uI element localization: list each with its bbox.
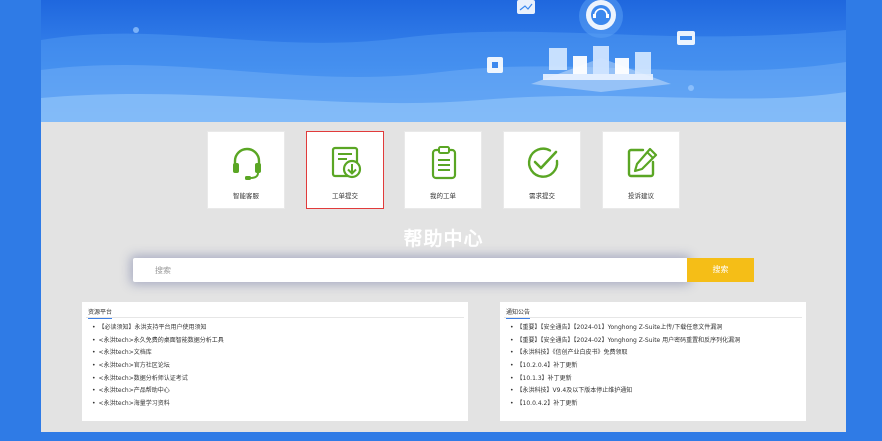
card-ticket-submit[interactable]: 工单提交 [306,131,384,209]
list-item[interactable]: 【10.2.0.4】补丁更新 [510,360,740,373]
card-label: 工单提交 [332,192,358,200]
edit-icon [627,147,658,178]
list-item[interactable]: <永洪tech>永久免费的桌面智能数据分析工具 [92,335,224,348]
card-my-tickets[interactable]: 我的工单 [404,131,482,209]
ticket-submit-icon [331,146,362,179]
list-item[interactable]: <永洪tech>海量学习资料 [92,398,224,411]
card-smart-service[interactable]: 智能客服 [207,131,285,209]
notices-panel: 通知公告 【重要】【安全通告】【2024-01】Yonghong Z-Suite… [500,302,806,421]
list-item[interactable]: <永洪tech>数据分析师认证考试 [92,373,224,386]
card-label: 智能客服 [233,192,259,200]
resources-panel: 资源平台 【必读须知】永洪支持平台用户使用须知 <永洪tech>永久免费的桌面智… [82,302,468,421]
list-item[interactable]: 【重要】【安全通告】【2024-01】Yonghong Z-Suite上传/下载… [510,322,740,335]
list-item[interactable]: 【永洪科技】《信创产业白皮书》免费领取 [510,347,740,360]
list-item[interactable]: 【必读须知】永洪支持平台用户使用须知 [92,322,224,335]
list-item[interactable]: 【重要】【安全通告】【2024-02】Yonghong Z-Suite 用户密码… [510,335,741,348]
card-label: 需求提交 [529,192,555,200]
search-box [133,258,688,283]
card-label: 我的工单 [430,192,456,200]
list-item[interactable]: <永洪tech>文档库 [92,347,224,360]
headset-icon [233,147,261,180]
list-item[interactable]: <永洪tech>产品帮助中心 [92,385,224,398]
card-complaints[interactable]: 投诉建议 [602,131,680,209]
card-requirement-submit[interactable]: 需求提交 [503,131,581,209]
check-circle-icon [527,147,559,178]
list-item[interactable]: <永洪tech>官方社区论坛 [92,360,224,373]
hero-illustration [41,0,846,122]
search-input[interactable] [133,258,688,283]
list-item[interactable]: 【永洪科技】V9.4及以下版本停止维护通知 [510,385,740,398]
page-title: 帮助中心 [403,228,484,250]
list-item[interactable]: 【10.0.4.2】补丁更新 [510,398,740,411]
list-item[interactable]: 【10.1.3】补丁更新 [510,373,740,386]
notices-list: 【重要】【安全通告】【2024-01】Yonghong Z-Suite上传/下载… [510,322,741,411]
panel-divider [86,317,464,318]
clipboard-icon [431,146,457,180]
hero-banner [41,0,846,122]
card-label: 投诉建议 [628,192,654,200]
resources-list: 【必读须知】永洪支持平台用户使用须知 <永洪tech>永久免费的桌面智能数据分析… [92,322,224,411]
page-frame: 智能客服 工单提交 我的工单 需求提交 投诉建议 帮助中心 搜索 搜索 资源平台… [41,0,846,432]
search-button[interactable]: 搜索 [687,258,754,282]
panel-divider [504,317,802,318]
